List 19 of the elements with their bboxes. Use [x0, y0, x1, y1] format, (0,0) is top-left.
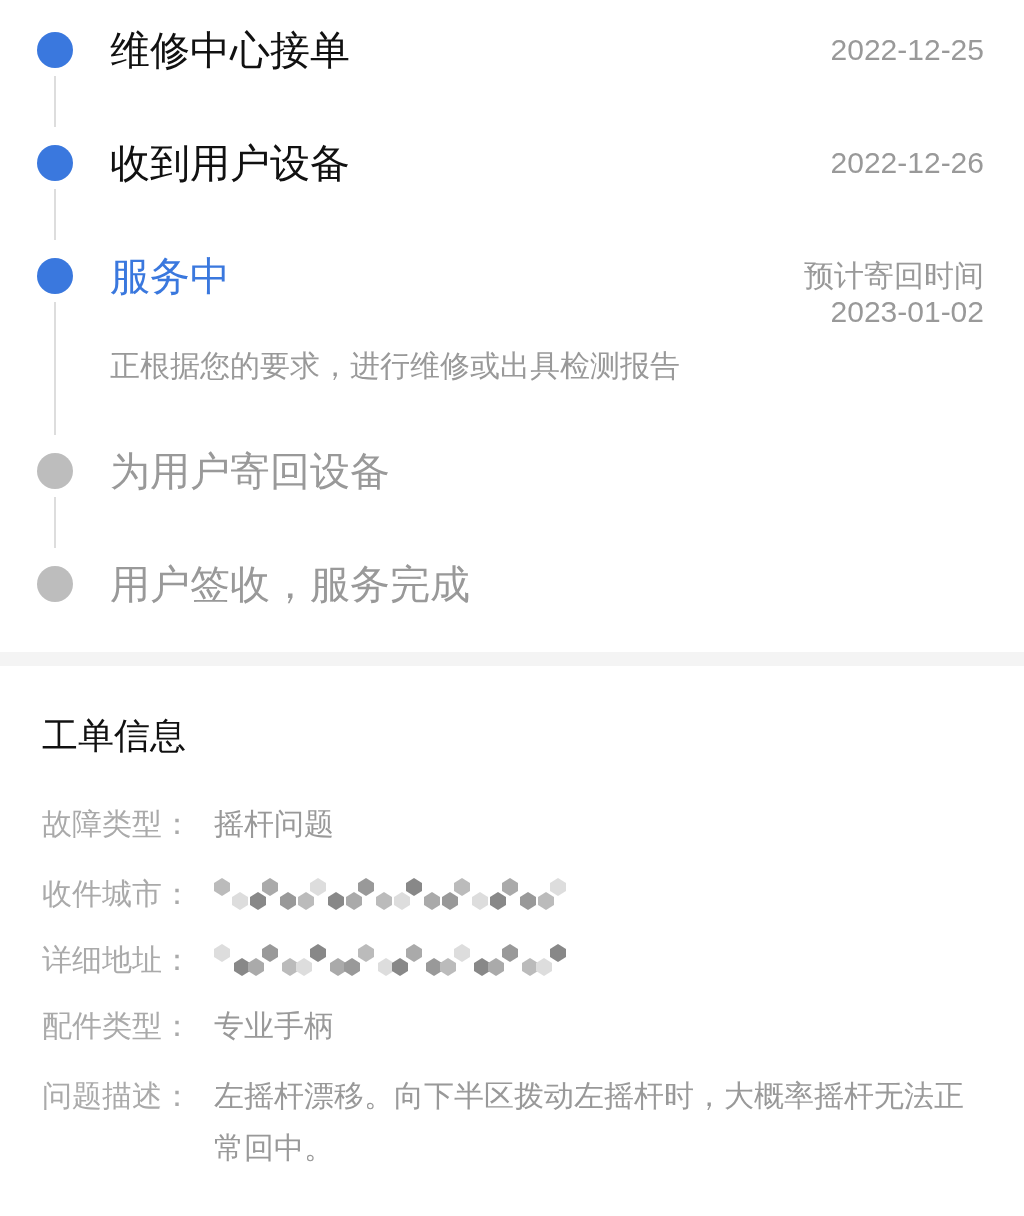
step-description: 正根据您的要求，进行维修或出具检测报告: [110, 348, 681, 384]
step-title: 服务中: [110, 253, 230, 300]
info-value: 专业手柄: [214, 1008, 335, 1044]
step-title: 为用户寄回设备: [110, 448, 390, 495]
section-title: 工单信息: [42, 714, 187, 758]
info-label: 配件类型：: [42, 1008, 193, 1044]
step-title: 维修中心接单: [110, 27, 350, 74]
info-label: 收件城市：: [42, 876, 193, 912]
info-value: 摇杆问题: [214, 806, 335, 842]
step-title: 用户签收，服务完成: [110, 561, 470, 608]
info-label: 详细地址：: [42, 942, 193, 978]
step-date: 2023-01-02: [830, 294, 984, 330]
step-date: 2022-12-26: [830, 145, 984, 181]
info-value: 左摇杆漂移。向下半区拨动左摇杆时，大概率摇杆无法正常回中。: [214, 1078, 965, 1166]
step-title: 收到用户设备: [110, 140, 350, 187]
info-label: 故障类型：: [42, 806, 193, 842]
step-date: 2022-12-25: [830, 32, 984, 68]
info-label: 问题描述：: [42, 1078, 193, 1114]
date-label: 预计寄回时间: [804, 258, 984, 294]
